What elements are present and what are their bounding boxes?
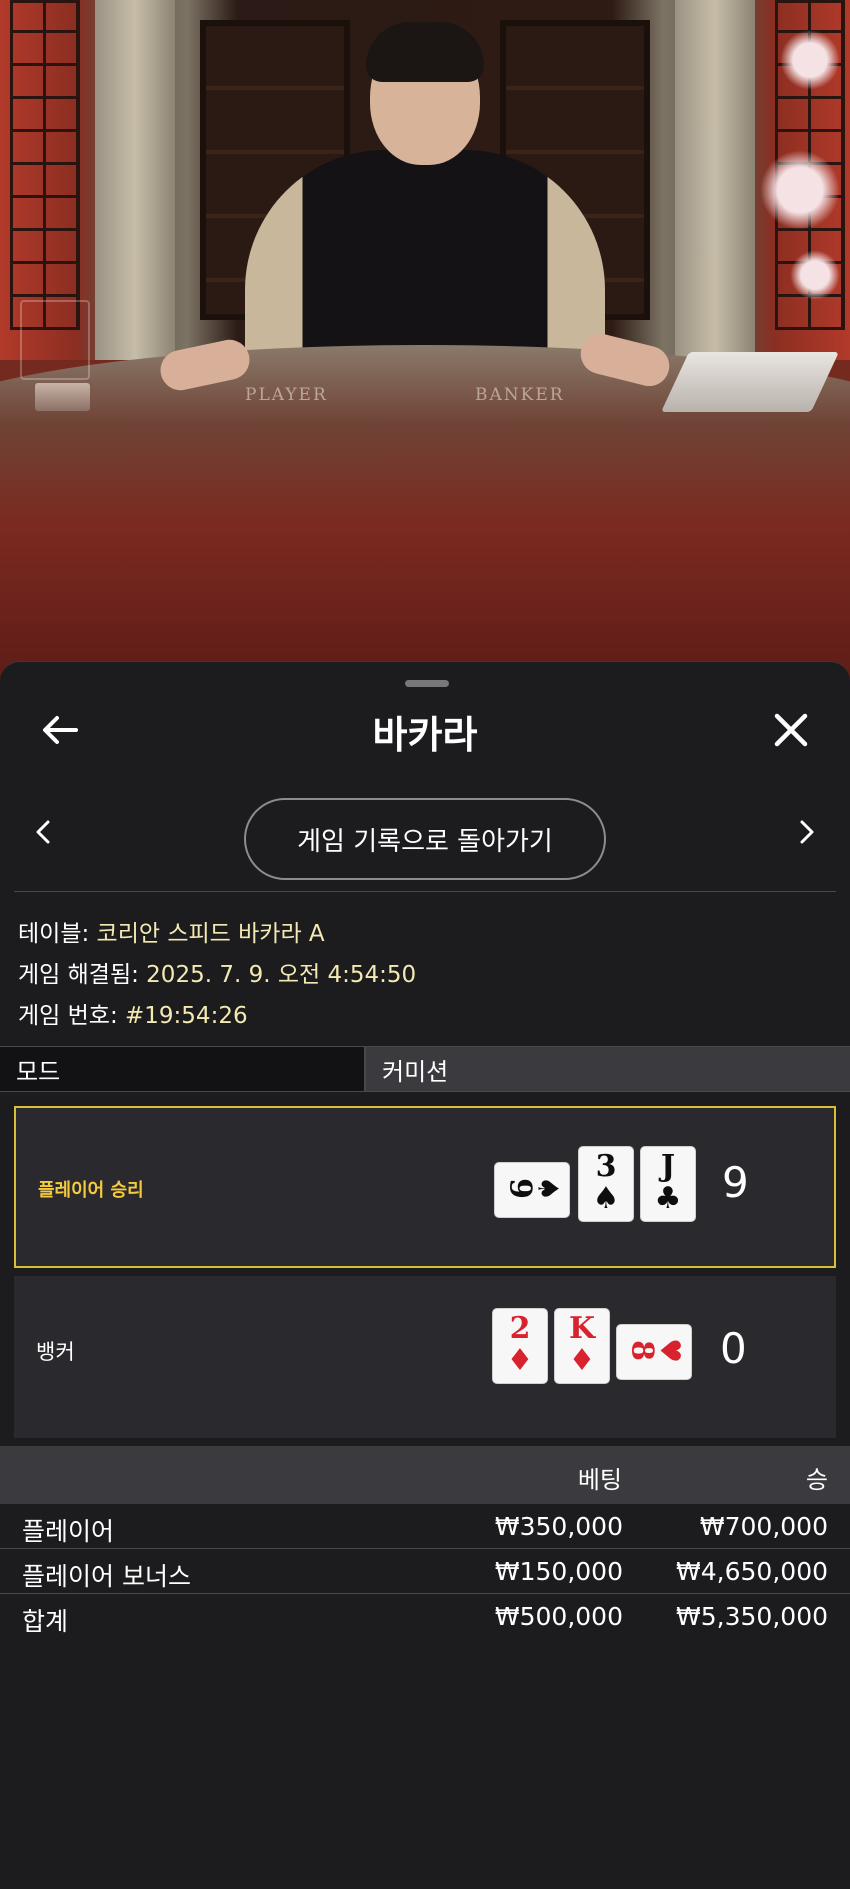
table-label: 테이블: <box>18 921 97 947</box>
mode-value: 커미션 <box>366 1047 850 1091</box>
table-value: 코리안 스피드 바카라 A <box>96 921 325 947</box>
player-result-row: 플레이어 승리 9 ♠ 3 ♠ J ♣ 9 <box>14 1106 836 1268</box>
game-detail-sheet: 바카라 게임 기록으로 돌아가기 테이블: 코리안 스피드 바카라 A 게임 해… <box>0 661 850 1889</box>
blossom-decoration <box>760 150 840 230</box>
lattice-screen-left <box>10 0 80 330</box>
banker-card-2: K ♦ <box>554 1308 610 1384</box>
total-label: 합계 <box>22 1607 69 1636</box>
felt-label-player: PLAYER <box>245 385 328 405</box>
card-rank: 3 <box>595 1149 617 1184</box>
resolved-info: 게임 해결됨: 2025. 7. 9. 오전 4:54:50 <box>18 955 416 989</box>
table-row: 플레이어 보너스 ₩150,000 ₩4,650,000 <box>0 1549 850 1594</box>
banker-result-label: 뱅커 <box>36 1340 75 1364</box>
card-suit: ♠ <box>531 1175 565 1202</box>
banker-score: 0 <box>720 1324 747 1373</box>
player-result-label: 플레이어 승리 <box>38 1180 144 1201</box>
game-number-value: #19:54:26 <box>125 1003 248 1029</box>
card-suit: ♥ <box>653 1337 687 1364</box>
win-amount: ₩4,650,000 <box>676 1557 828 1586</box>
felt-label-banker: BANKER <box>475 385 565 405</box>
close-icon <box>774 713 808 747</box>
card-suit: ♠ <box>592 1181 620 1216</box>
bet-name: 플레이어 <box>22 1517 115 1546</box>
resolved-value: 2025. 7. 9. 오전 4:54:50 <box>146 962 417 988</box>
card-suit: ♣ <box>654 1181 682 1216</box>
blossom-decoration <box>790 250 840 300</box>
bet-column-header: 베팅 <box>577 1466 622 1494</box>
banker-card-3: 8 ♥ <box>616 1324 692 1380</box>
chevron-left-icon <box>36 820 50 844</box>
bet-name: 플레이어 보너스 <box>22 1562 191 1591</box>
banker-result-row: 뱅커 2 ♦ K ♦ 8 ♥ 0 <box>14 1276 836 1438</box>
player-card-1: 9 ♠ <box>494 1162 570 1218</box>
total-bet-amount: ₩500,000 <box>494 1602 623 1631</box>
game-number-label: 게임 번호: <box>18 1003 126 1029</box>
total-win-amount: ₩5,350,000 <box>676 1602 828 1631</box>
game-number-info: 게임 번호: #19:54:26 <box>18 996 248 1030</box>
player-card-2: 3 ♠ <box>578 1146 634 1222</box>
resolved-label: 게임 해결됨: <box>18 962 147 988</box>
close-button[interactable] <box>768 707 814 753</box>
banker-card-1: 2 ♦ <box>492 1308 548 1384</box>
total-row: 합계 ₩500,000 ₩5,350,000 <box>0 1594 850 1639</box>
dealer-hair <box>366 22 484 82</box>
card-shoe <box>661 352 839 412</box>
mode-bar: 모드 커미션 <box>0 1046 850 1092</box>
back-to-history-button[interactable]: 게임 기록으로 돌아가기 <box>244 798 606 880</box>
player-card-3: J ♣ <box>640 1146 696 1222</box>
chevron-right-icon <box>800 820 814 844</box>
table-row: 플레이어 ₩350,000 ₩700,000 <box>0 1504 850 1549</box>
bets-table-header: 베팅 승 <box>0 1446 850 1504</box>
win-column-header: 승 <box>805 1466 828 1494</box>
pillar-right <box>675 0 755 360</box>
player-score: 9 <box>722 1158 749 1207</box>
pillar-left <box>95 0 175 360</box>
bet-amount: ₩350,000 <box>494 1512 623 1541</box>
live-video: PLAYER BANKER <box>0 0 850 700</box>
sheet-drag-handle[interactable] <box>405 680 449 687</box>
divider <box>14 891 836 892</box>
page-title: 바카라 <box>372 713 478 757</box>
card-rank: 2 <box>509 1311 531 1346</box>
card-rank: J <box>660 1149 676 1184</box>
discard-tray <box>35 383 90 411</box>
win-amount: ₩700,000 <box>699 1512 828 1541</box>
table-info: 테이블: 코리안 스피드 바카라 A <box>18 914 325 948</box>
bet-amount: ₩150,000 <box>494 1557 623 1586</box>
blossom-decoration <box>780 30 840 90</box>
card-holder <box>20 300 90 380</box>
card-suit: ♦ <box>506 1343 534 1378</box>
card-rank: K <box>568 1311 596 1346</box>
card-suit: ♦ <box>568 1343 596 1378</box>
mode-label: 모드 <box>0 1047 366 1091</box>
previous-game-button[interactable] <box>28 812 58 852</box>
next-game-button[interactable] <box>792 812 822 852</box>
